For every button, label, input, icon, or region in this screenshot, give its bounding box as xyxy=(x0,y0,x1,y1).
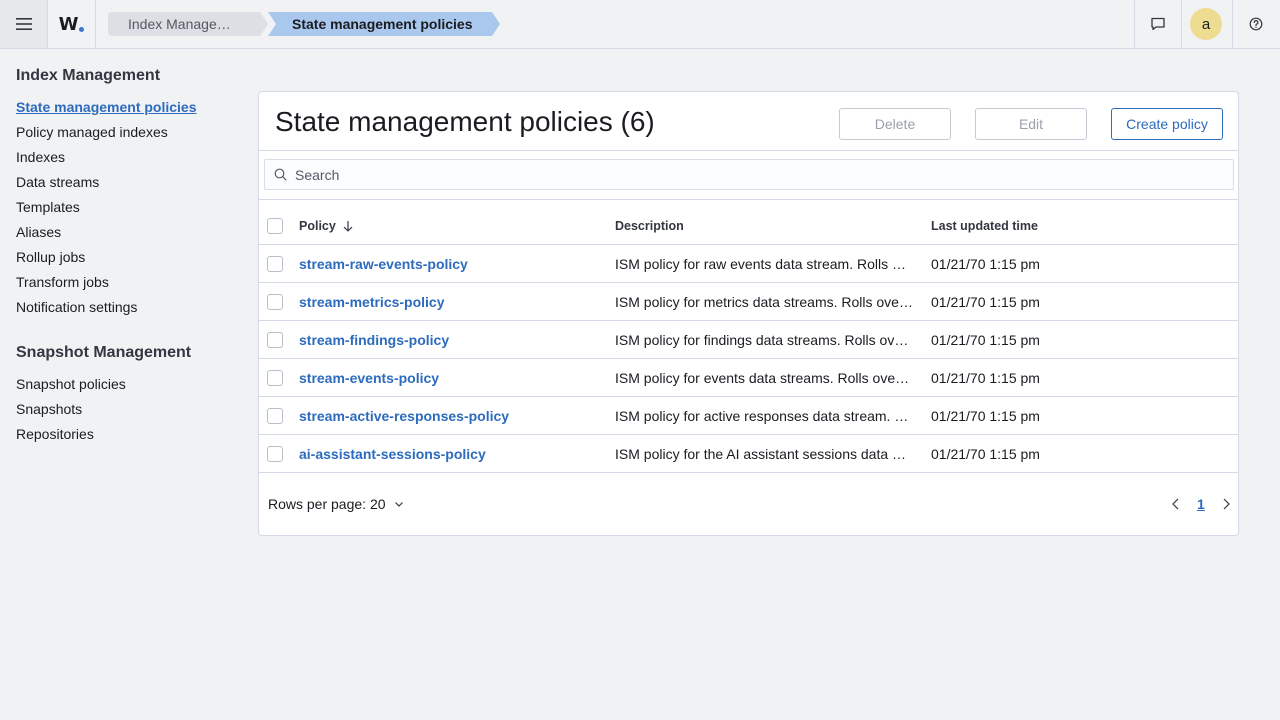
table-row: stream-active-responses-policy ISM polic… xyxy=(259,397,1238,435)
table-row: stream-events-policy ISM policy for even… xyxy=(259,359,1238,397)
nav-item-snapshot-policies[interactable]: Snapshot policies xyxy=(16,372,236,397)
policy-description: ISM policy for events data streams. Roll… xyxy=(615,370,913,386)
avatar-initial: a xyxy=(1201,15,1211,33)
panel-divider xyxy=(259,150,1238,151)
row-checkbox[interactable] xyxy=(267,332,283,348)
select-all-cell xyxy=(267,207,285,245)
create-policy-button[interactable]: Create policy xyxy=(1111,108,1223,140)
sort-descending-icon[interactable] xyxy=(342,220,354,232)
policy-description: ISM policy for the AI assistant sessions… xyxy=(615,446,907,462)
column-header-last-updated[interactable]: Last updated time xyxy=(931,207,1131,245)
row-checkbox[interactable] xyxy=(267,408,283,424)
row-checkbox[interactable] xyxy=(267,294,283,310)
nav-item-data-streams[interactable]: Data streams xyxy=(16,170,236,195)
search-icon xyxy=(274,168,287,181)
nav-list: Snapshot policies Snapshots Repositories xyxy=(16,372,236,447)
rows-per-page-select[interactable]: Rows per page: 20 xyxy=(268,493,404,515)
page-number: 1 xyxy=(1197,496,1205,512)
policy-link[interactable]: stream-metrics-policy xyxy=(299,294,445,310)
chevron-right-icon xyxy=(1223,498,1230,510)
nav-item-indexes[interactable]: Indexes xyxy=(16,145,236,170)
table-row: stream-raw-events-policy ISM policy for … xyxy=(259,245,1238,283)
logo-link[interactable]: W xyxy=(48,0,96,48)
table-row: stream-findings-policy ISM policy for fi… xyxy=(259,321,1238,359)
policy-link[interactable]: stream-events-policy xyxy=(299,370,439,386)
nav-group-snapshot: Snapshot Management Snapshot policies Sn… xyxy=(16,342,236,447)
policy-updated-time: 01/21/70 1:15 pm xyxy=(931,408,1040,424)
nav-item-aliases[interactable]: Aliases xyxy=(16,220,236,245)
app-logo: W xyxy=(59,14,85,35)
chat-button[interactable] xyxy=(1135,0,1181,48)
search-input[interactable] xyxy=(295,166,1215,183)
column-header-description[interactable]: Description xyxy=(615,207,913,245)
nav-item-transform-jobs[interactable]: Transform jobs xyxy=(16,270,236,295)
breadcrumb-label: State management policies xyxy=(292,16,473,32)
panel-divider xyxy=(259,199,1238,200)
select-all-checkbox[interactable] xyxy=(267,218,283,234)
table-row: ai-assistant-sessions-policy ISM policy … xyxy=(259,435,1238,473)
search-icon-wrap xyxy=(265,168,295,181)
nav-item-snapshots[interactable]: Snapshots xyxy=(16,397,236,422)
nav-item-repositories[interactable]: Repositories xyxy=(16,422,236,447)
policies-panel: State management policies (6) Delete Edi… xyxy=(258,91,1239,536)
nav-list: State management policies Policy managed… xyxy=(16,95,236,320)
row-checkbox[interactable] xyxy=(267,370,283,386)
policy-link[interactable]: stream-active-responses-policy xyxy=(299,408,509,424)
user-avatar[interactable]: a xyxy=(1190,8,1222,40)
menu-button[interactable] xyxy=(0,0,48,48)
policy-description: ISM policy for findings data streams. Ro… xyxy=(615,332,913,348)
chevron-left-icon xyxy=(1172,498,1179,510)
next-page-button[interactable] xyxy=(1221,493,1231,515)
policy-link[interactable]: stream-findings-policy xyxy=(299,332,449,348)
policy-link[interactable]: stream-raw-events-policy xyxy=(299,256,468,272)
policy-updated-time: 01/21/70 1:15 pm xyxy=(931,294,1040,310)
nav-group-title: Snapshot Management xyxy=(16,344,192,361)
nav-item-rollup-jobs[interactable]: Rollup jobs xyxy=(16,245,236,270)
column-label: Policy xyxy=(299,219,336,233)
policy-updated-time: 01/21/70 1:15 pm xyxy=(931,332,1040,348)
policy-updated-time: 01/21/70 1:15 pm xyxy=(931,446,1040,462)
policy-updated-time: 01/21/70 1:15 pm xyxy=(931,256,1040,272)
header-divider xyxy=(1181,0,1182,48)
table-header-row: Policy Description Last updated time xyxy=(259,207,1238,245)
policy-description: ISM policy for raw events data stream. R… xyxy=(615,256,913,272)
page-title: State management policies (6) xyxy=(275,106,655,137)
nav-item-policy-managed-indexes[interactable]: Policy managed indexes xyxy=(16,120,236,145)
nav-item-state-management-policies[interactable]: State management policies xyxy=(16,95,236,120)
help-button[interactable] xyxy=(1233,0,1279,48)
chat-icon xyxy=(1151,17,1165,31)
policy-link[interactable]: ai-assistant-sessions-policy xyxy=(299,446,486,462)
table-row: stream-metrics-policy ISM policy for met… xyxy=(259,283,1238,321)
page-button-1[interactable]: 1 xyxy=(1197,493,1205,515)
nav-group-title: Index Management xyxy=(16,67,161,84)
menu-icon xyxy=(15,18,32,30)
row-checkbox[interactable] xyxy=(267,256,283,272)
edit-button[interactable]: Edit xyxy=(975,108,1087,140)
search-box[interactable] xyxy=(264,159,1234,190)
top-header: W Index Management State management poli… xyxy=(0,0,1280,49)
policy-updated-time: 01/21/70 1:15 pm xyxy=(931,370,1040,386)
breadcrumb-index-management[interactable]: Index Management xyxy=(108,12,268,36)
previous-page-button[interactable] xyxy=(1171,493,1181,515)
side-navigation: Index Management State management polici… xyxy=(16,64,236,447)
row-checkbox[interactable] xyxy=(267,446,283,462)
help-icon xyxy=(1249,17,1263,31)
delete-button[interactable]: Delete xyxy=(839,108,951,140)
breadcrumb-label: Index Management xyxy=(128,16,240,32)
policy-description: ISM policy for active responses data str… xyxy=(615,408,909,424)
policy-description: ISM policy for metrics data streams. Rol… xyxy=(615,294,913,310)
chevron-down-icon xyxy=(394,499,404,509)
policies-table: Policy Description Last updated time str… xyxy=(259,207,1238,473)
rows-per-page-label: Rows per page: 20 xyxy=(268,496,386,512)
breadcrumb-state-management-policies: State management policies xyxy=(268,12,500,36)
nav-item-notification-settings[interactable]: Notification settings xyxy=(16,295,236,320)
nav-item-templates[interactable]: Templates xyxy=(16,195,236,220)
column-header-policy[interactable]: Policy xyxy=(299,207,599,245)
